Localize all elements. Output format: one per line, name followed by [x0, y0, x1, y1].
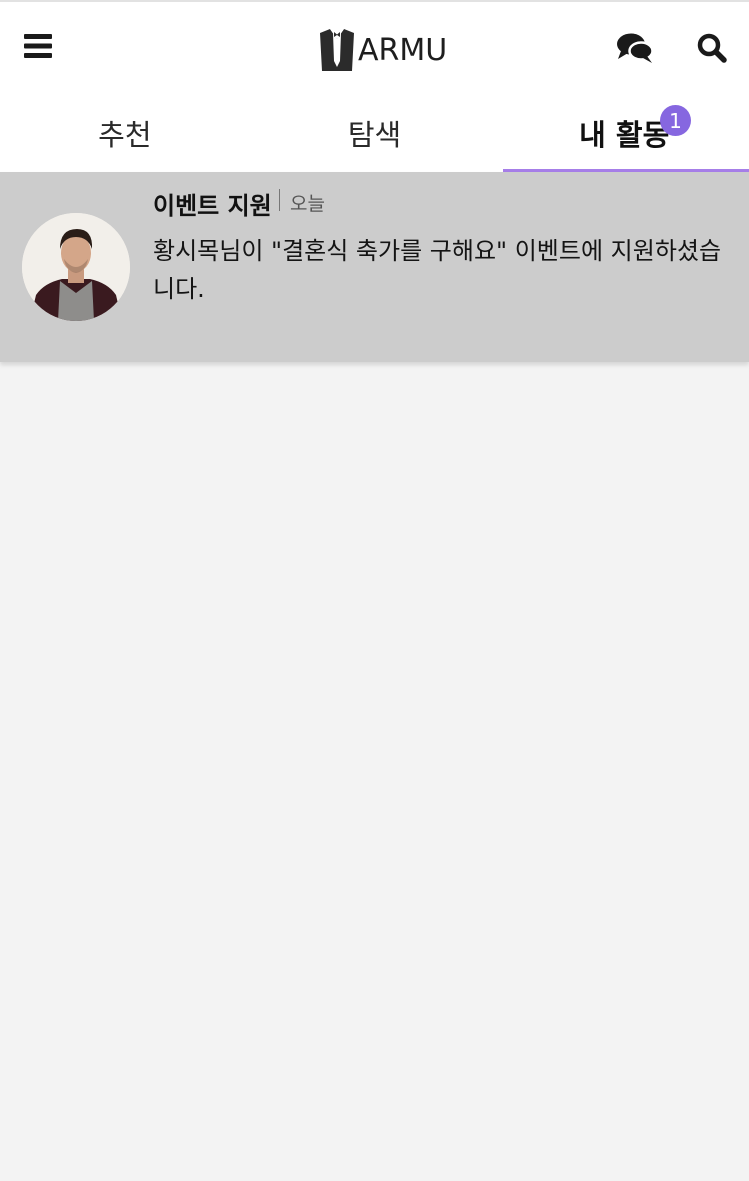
menu-button[interactable]: [18, 26, 58, 66]
tab-recommend-label: 추천: [98, 118, 152, 152]
app-logo[interactable]: ARMU: [318, 26, 447, 74]
tab-explore-label: 탐색: [347, 118, 402, 152]
notification-count-badge: 1: [660, 105, 691, 136]
tab-my-activity[interactable]: 내 활동: [499, 100, 749, 172]
notification-item[interactable]: 이벤트 지원 오늘 황시목님이 "결혼식 축가를 구해요" 이벤트에 지원하셨습…: [0, 172, 749, 362]
search-button[interactable]: [692, 28, 732, 68]
notification-message: 황시목님이 "결혼식 축가를 구해요" 이벤트에 지원하셨습니다.: [153, 237, 722, 303]
tab-recommend[interactable]: 추천: [0, 100, 250, 172]
search-icon: [697, 33, 727, 63]
chat-bubbles-icon: [617, 33, 654, 63]
logo-text: ARMU: [358, 32, 448, 68]
notification-time: 오늘: [290, 193, 325, 215]
tab-explore[interactable]: 탐색: [250, 100, 500, 172]
tab-my-activity-label: 내 활동: [579, 118, 670, 152]
tab-bar: 추천 탐색 내 활동: [0, 100, 749, 172]
app-root: ARMU 추천 탐색 내 활동 1 이벤트 지원 오늘 황시목님이 "결혼식 축…: [0, 0, 749, 1181]
tuxedo-logo-icon: [320, 28, 354, 71]
notification-title: 이벤트 지원: [153, 192, 272, 220]
title-time-divider: [279, 189, 280, 211]
avatar: [22, 213, 130, 321]
menu-icon: [24, 34, 52, 58]
top-bar: ARMU 추천 탐색 내 활동 1: [0, 0, 749, 174]
chat-button[interactable]: [612, 28, 658, 68]
